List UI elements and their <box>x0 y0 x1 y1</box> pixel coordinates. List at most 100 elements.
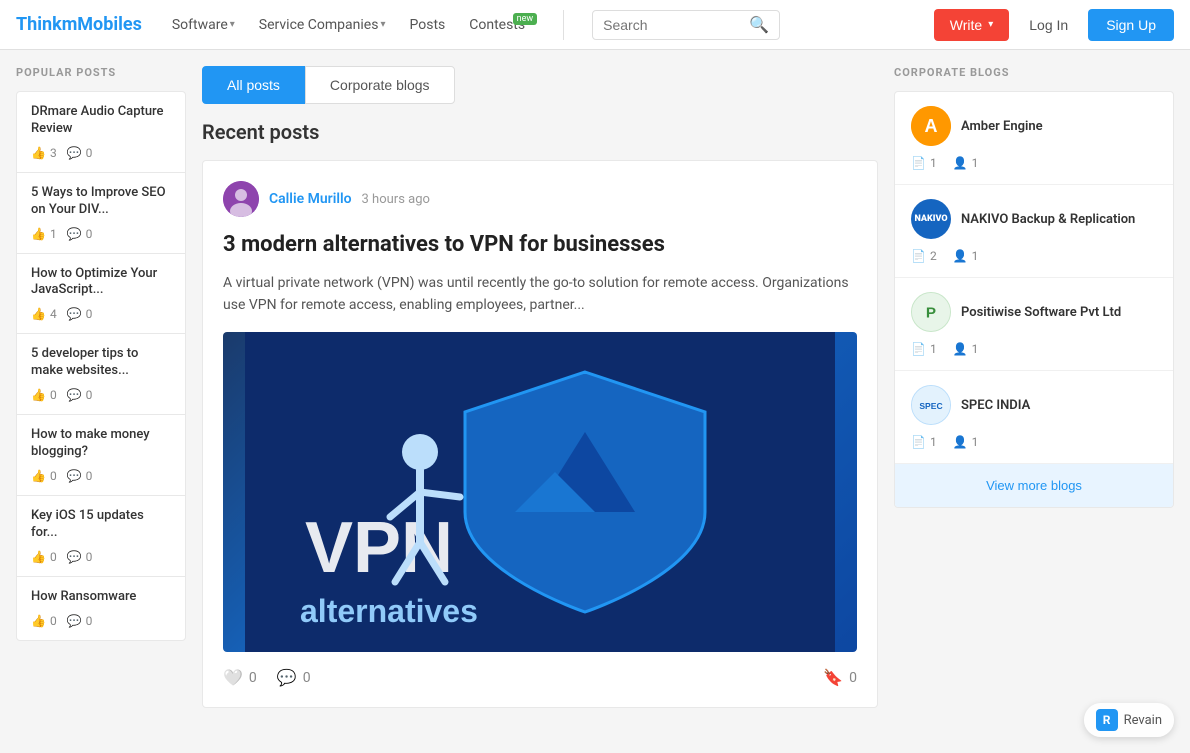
svg-text:P: P <box>926 305 936 322</box>
like-count: 👍0 <box>31 614 57 628</box>
tabs: All posts Corporate blogs <box>202 66 878 104</box>
document-icon: 📄 <box>911 342 926 356</box>
sidebar-post-title: How to Optimize Your JavaScript... <box>31 266 171 300</box>
comment-count: 💬0 <box>67 227 93 241</box>
comment-count: 💬0 <box>67 307 93 321</box>
document-icon: 📄 <box>911 156 926 170</box>
author-name[interactable]: Callie Murillo <box>269 191 352 207</box>
list-item[interactable]: NAKIVO NAKIVO Backup & Replication 📄 2 👤… <box>895 185 1173 278</box>
logo[interactable]: ThinkmMobiles <box>16 14 142 35</box>
list-item[interactable]: DRmare Audio Capture Review 👍3 💬0 <box>16 91 186 172</box>
main-layout: POPULAR POSTS DRmare Audio Capture Revie… <box>0 50 1190 724</box>
blog-post-count: 📄 2 <box>911 249 937 263</box>
like-count: 👍0 <box>31 550 57 564</box>
person-icon: 👤 <box>953 156 968 170</box>
list-item[interactable]: 5 developer tips to make websites... 👍0 … <box>16 333 186 414</box>
comment-icon: 💬 <box>67 146 82 160</box>
tab-all-posts[interactable]: All posts <box>202 66 305 104</box>
bookmark-action[interactable]: 🔖 0 <box>823 668 857 687</box>
nav-posts[interactable]: Posts <box>399 9 455 41</box>
sidebar-post-meta: 👍0 💬0 <box>31 469 171 483</box>
like-icon: 👍 <box>31 550 46 564</box>
blog-member-count: 👤 1 <box>953 342 979 356</box>
tab-corporate-blogs[interactable]: Corporate blogs <box>305 66 455 104</box>
blog-meta: 📄 1 👤 1 <box>911 156 1157 170</box>
avatar <box>223 181 259 217</box>
blog-header: SPEC SPEC INDIA <box>911 385 1157 425</box>
blog-list: A Amber Engine 📄 1 👤 1 <box>894 91 1174 508</box>
document-icon: 📄 <box>911 435 926 449</box>
list-item[interactable]: How to make money blogging? 👍0 💬0 <box>16 414 186 495</box>
comment-icon: 💬 <box>67 388 82 402</box>
sidebar-post-title: DRmare Audio Capture Review <box>31 104 171 138</box>
view-more-blogs-button[interactable]: View more blogs <box>895 464 1173 507</box>
nav-software[interactable]: Software ▾ <box>162 9 245 41</box>
post-excerpt: A virtual private network (VPN) was unti… <box>223 272 857 317</box>
heart-icon: 🤍 <box>223 668 243 687</box>
search-box: 🔍 <box>592 10 780 40</box>
post-image[interactable]: VPN alternatives <box>223 332 857 652</box>
comment-count: 💬0 <box>67 550 93 564</box>
svg-text:alternatives: alternatives <box>300 593 478 629</box>
comment-count: 💬0 <box>67 469 93 483</box>
list-item[interactable]: 5 Ways to Improve SEO on Your DIV... 👍1 … <box>16 172 186 253</box>
header-divider <box>563 10 564 40</box>
login-button[interactable]: Log In <box>1017 9 1080 41</box>
blog-name: SPEC INDIA <box>961 398 1030 413</box>
revain-badge: R Revain <box>1084 703 1174 737</box>
post-time: 3 hours ago <box>362 192 430 207</box>
search-input[interactable] <box>603 17 743 33</box>
blog-meta: 📄 1 👤 1 <box>911 435 1157 449</box>
blog-meta: 📄 1 👤 1 <box>911 342 1157 356</box>
blog-logo: NAKIVO <box>911 199 951 239</box>
corporate-blogs-title: CORPORATE BLOGS <box>894 66 1174 79</box>
list-item[interactable]: A Amber Engine 📄 1 👤 1 <box>895 92 1173 185</box>
blog-header: A Amber Engine <box>911 106 1157 146</box>
blog-post-count: 📄 1 <box>911 342 937 356</box>
list-item[interactable]: Key iOS 15 updates for... 👍0 💬0 <box>16 495 186 576</box>
blog-post-count: 📄 1 <box>911 435 937 449</box>
nav-contests[interactable]: Contests new <box>459 9 535 41</box>
list-item[interactable]: How to Optimize Your JavaScript... 👍4 💬0 <box>16 253 186 334</box>
post-title[interactable]: 3 modern alternatives to VPN for busines… <box>223 231 857 260</box>
list-item[interactable]: SPEC SPEC INDIA 📄 1 👤 1 <box>895 371 1173 464</box>
like-count: 👍0 <box>31 469 57 483</box>
comment-icon: 💬 <box>67 550 82 564</box>
sidebar-post-meta: 👍0 💬0 <box>31 388 171 402</box>
comment-icon: 💬 <box>67 614 82 628</box>
sidebar-post-meta: 👍0 💬0 <box>31 550 171 564</box>
comment-count: 💬0 <box>67 146 93 160</box>
svg-text:SPEC: SPEC <box>919 401 942 411</box>
sidebar-post-title: 5 Ways to Improve SEO on Your DIV... <box>31 185 171 219</box>
like-count: 👍1 <box>31 227 57 241</box>
like-action[interactable]: 🤍 0 <box>223 668 257 687</box>
sidebar-post-title: How Ransomware <box>31 589 171 606</box>
blog-member-count: 👤 1 <box>953 156 979 170</box>
like-icon: 👍 <box>31 469 46 483</box>
blog-member-count: 👤 1 <box>953 249 979 263</box>
nav-posts-label: Posts <box>409 17 445 33</box>
nav-service-companies-label: Service Companies <box>259 17 379 33</box>
search-button[interactable]: 🔍 <box>749 15 769 35</box>
like-icon: 👍 <box>31 388 46 402</box>
blog-logo: A <box>911 106 951 146</box>
like-icon: 👍 <box>31 614 46 628</box>
list-item[interactable]: How Ransomware 👍0 💬0 <box>16 576 186 641</box>
chevron-down-icon: ▾ <box>988 19 993 30</box>
like-count: 👍4 <box>31 307 57 321</box>
list-item[interactable]: P Positiwise Software Pvt Ltd 📄 1 👤 1 <box>895 278 1173 371</box>
blog-post-count: 📄 1 <box>911 156 937 170</box>
like-icon: 👍 <box>31 227 46 241</box>
comment-action[interactable]: 💬 0 <box>277 668 311 687</box>
comment-icon: 💬 <box>67 307 82 321</box>
document-icon: 📄 <box>911 249 926 263</box>
like-count: 👍3 <box>31 146 57 160</box>
sidebar-post-meta: 👍4 💬0 <box>31 307 171 321</box>
signup-button[interactable]: Sign Up <box>1088 9 1174 41</box>
svg-text:A: A <box>925 116 938 136</box>
write-button[interactable]: Write ▾ <box>934 9 1009 41</box>
post-author-row: Callie Murillo 3 hours ago <box>223 181 857 217</box>
nav-service-companies[interactable]: Service Companies ▾ <box>249 9 396 41</box>
bookmark-icon: 🔖 <box>823 668 843 687</box>
blog-logo: P <box>911 292 951 332</box>
